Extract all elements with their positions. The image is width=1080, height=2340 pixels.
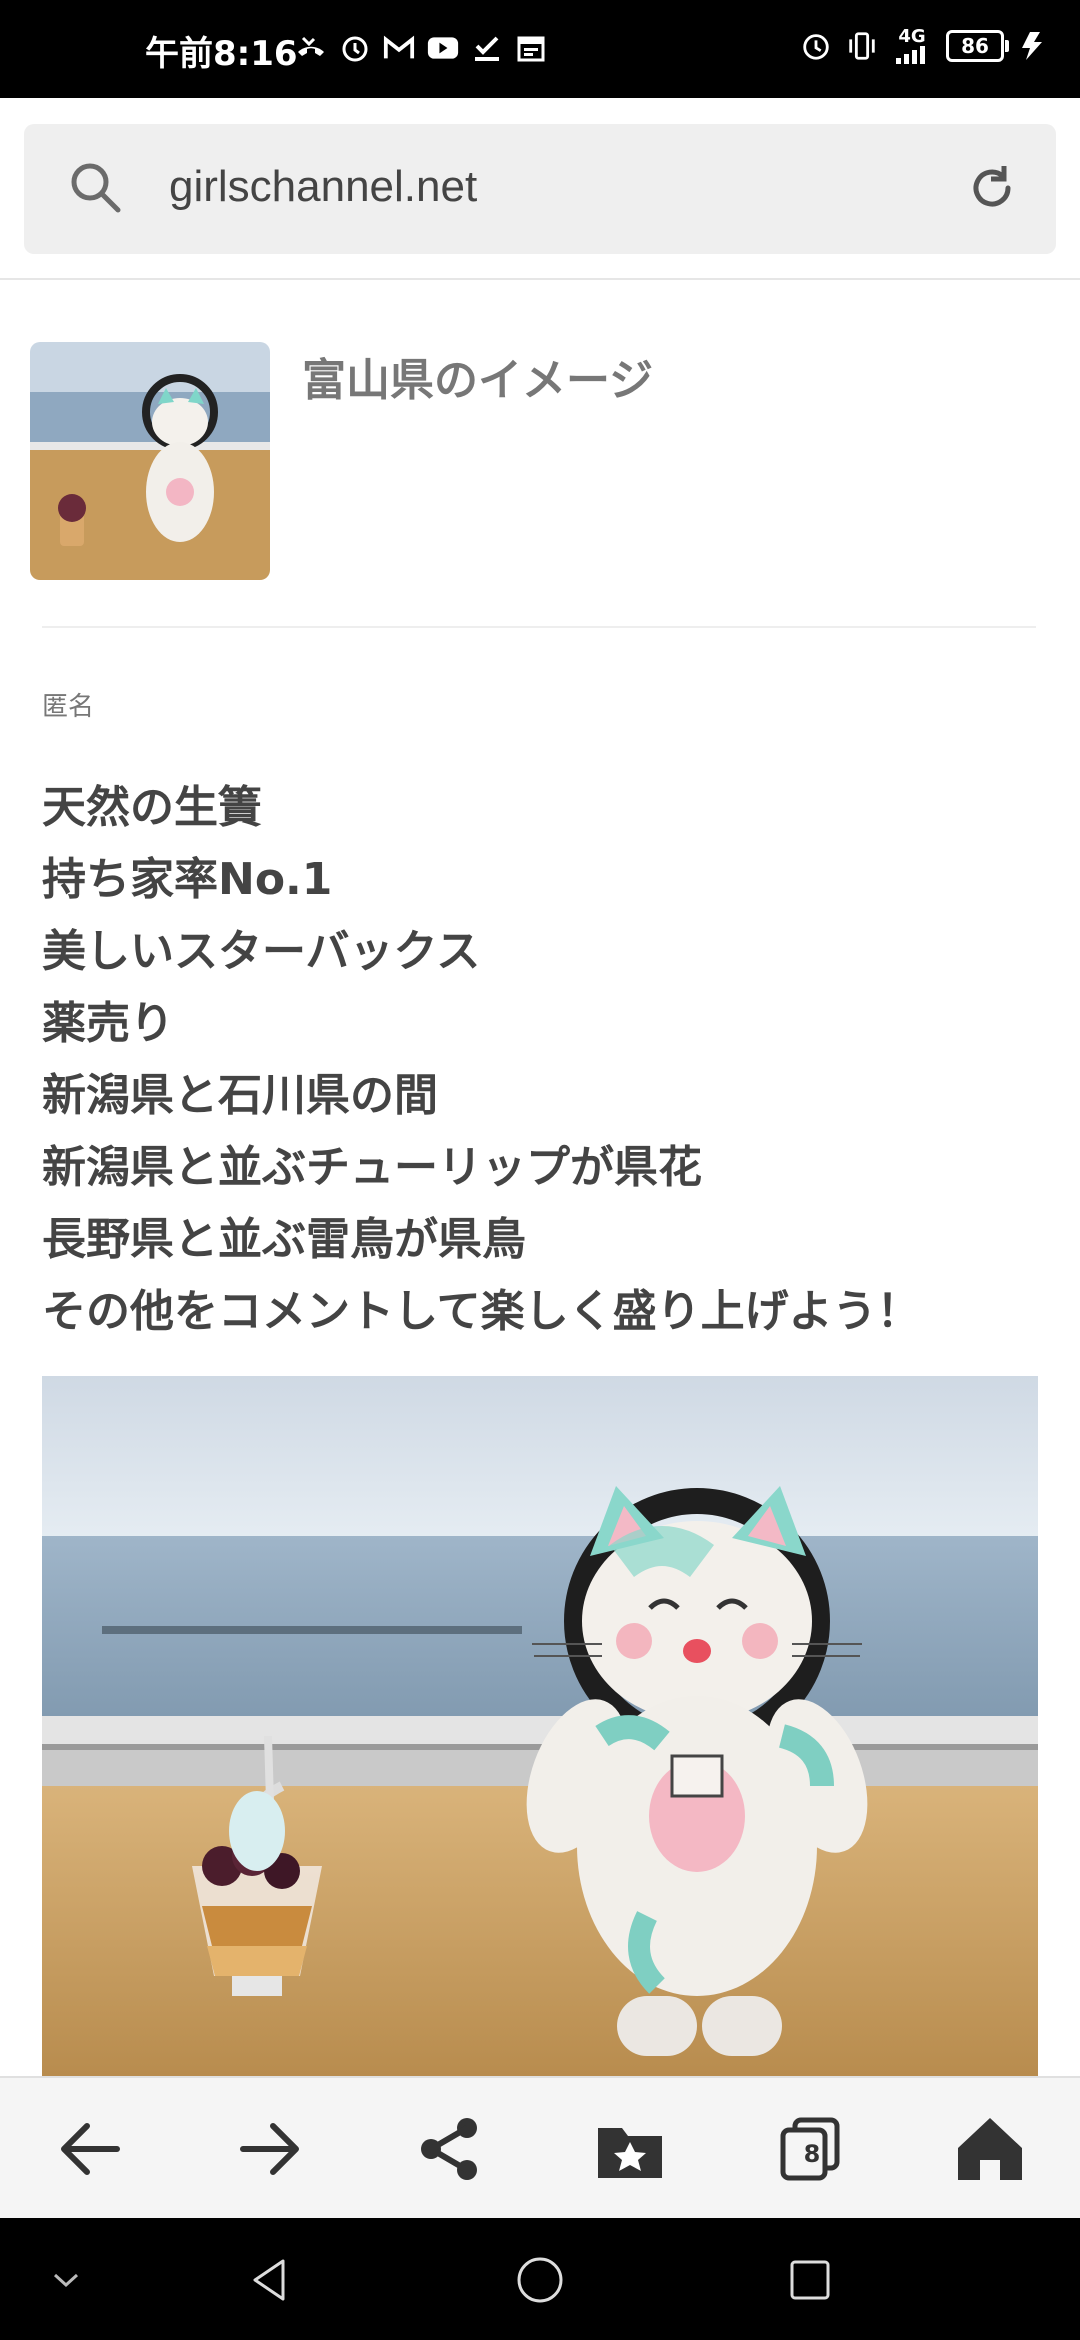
comment-line: 新潟県と並ぶチューリップが県花 <box>42 1142 702 1193</box>
battery-level: 86 <box>961 34 989 58</box>
system-home-button[interactable] <box>510 2250 570 2310</box>
home-icon <box>958 2118 1022 2180</box>
gmail-icon <box>383 30 415 66</box>
triangle-back-icon <box>253 2259 285 2301</box>
system-back-button[interactable] <box>240 2250 300 2310</box>
circle-home-icon <box>517 2257 563 2303</box>
tabs-button[interactable]: 8 <box>765 2104 855 2194</box>
back-button[interactable] <box>45 2104 135 2194</box>
comment-image[interactable] <box>42 1376 1038 2076</box>
alarm-icon <box>800 28 832 64</box>
status-bar: 午前8:16 4G 86 <box>0 0 1080 98</box>
topic-thumbnail[interactable] <box>30 342 270 580</box>
arrow-right-icon <box>240 2123 299 2175</box>
comment-author: 匿名 <box>42 692 95 722</box>
alarm-icon <box>339 30 371 66</box>
status-system-icons: 4G 86 <box>800 28 1050 64</box>
bookmark-folder-icon <box>598 2128 662 2178</box>
status-time: 午前8:16 <box>145 34 298 74</box>
arrow-left-icon <box>61 2123 120 2175</box>
address-bar[interactable]: girlschannel.net <box>24 124 1056 254</box>
missed-call-icon <box>295 30 327 66</box>
comment-line: 持ち家率No.1 <box>42 854 333 905</box>
search-icon <box>68 160 124 220</box>
comment-line: 薬売り <box>42 998 174 1049</box>
chevron-down-icon <box>53 2273 79 2288</box>
square-recents-icon <box>790 2260 830 2300</box>
browser-toolbar: girlschannel.net <box>0 98 1080 280</box>
tab-count: 8 <box>803 2140 821 2168</box>
bookmarks-button[interactable] <box>585 2104 675 2194</box>
comment-line: 天然の生簀 <box>42 782 262 833</box>
home-button[interactable] <box>945 2104 1035 2194</box>
youtube-icon <box>427 30 459 66</box>
comment-line: その他をコメントして楽しく盛り上げよう！ <box>42 1286 921 1337</box>
system-recents-button[interactable] <box>780 2250 840 2310</box>
cellular-signal-icon: 4G <box>892 28 932 64</box>
battery-indicator: 86 <box>946 30 1009 62</box>
address-url[interactable]: girlschannel.net <box>169 162 477 212</box>
divider <box>42 626 1036 628</box>
comment-body: 天然の生簀 持ち家率No.1 美しいスターバックス 薬売り 新潟県と石川県の間 … <box>42 772 1052 1348</box>
charging-icon <box>1018 28 1050 64</box>
task-check-icon <box>471 30 503 66</box>
comment-line: 新潟県と石川県の間 <box>42 1070 438 1121</box>
comment-line: 長野県と並ぶ雷鳥が県鳥 <box>42 1214 526 1265</box>
share-button[interactable] <box>405 2104 495 2194</box>
forward-button[interactable] <box>225 2104 315 2194</box>
topic-title[interactable]: 富山県のイメージ <box>302 344 653 408</box>
network-type: 4G <box>898 26 926 47</box>
calendar-icon <box>515 30 547 66</box>
status-notification-icons <box>295 30 547 66</box>
collapse-nav-button[interactable] <box>36 2250 96 2310</box>
system-navigation-bar <box>0 2218 1080 2340</box>
vibrate-icon <box>846 28 878 64</box>
browser-bottom-bar: 8 <box>0 2076 1080 2220</box>
share-icon <box>421 2118 477 2180</box>
comment-line: 美しいスターバックス <box>42 926 481 977</box>
reload-icon[interactable] <box>964 160 1020 220</box>
